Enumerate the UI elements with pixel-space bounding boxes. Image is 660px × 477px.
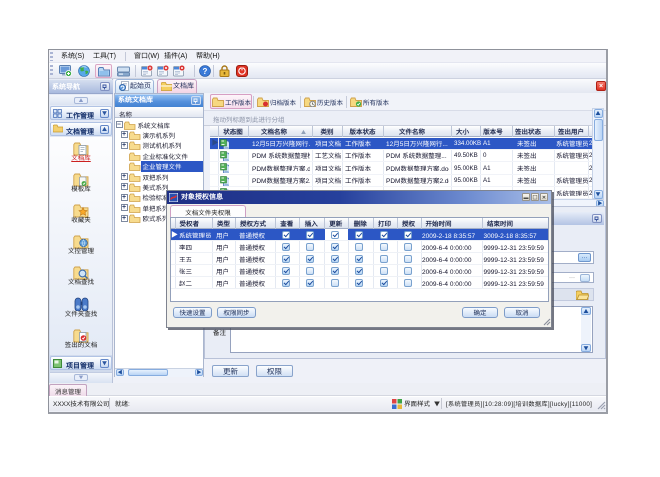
- svg-text:?: ?: [203, 67, 208, 76]
